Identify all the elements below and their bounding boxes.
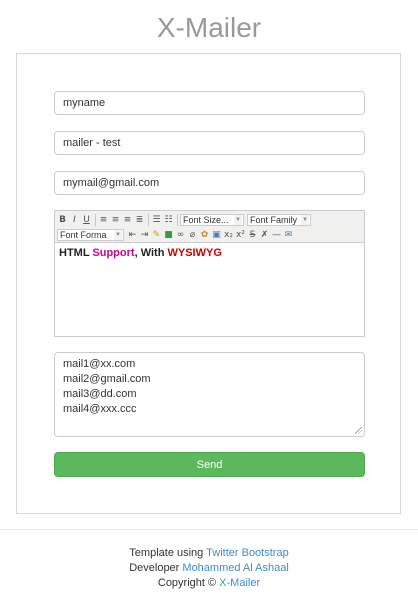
background-color-icon[interactable]: ■ [163,229,174,241]
app-title: X-Mailer [156,12,262,43]
strikethrough-icon[interactable]: S [247,229,258,241]
resize-handle-icon[interactable] [355,427,362,434]
subject-input[interactable]: mailer - test [54,131,365,155]
html-source-icon[interactable]: ▣ [211,229,222,241]
twitter-bootstrap-link[interactable]: Twitter Bootstrap [206,547,289,559]
unlink-icon[interactable]: ⌀ [187,229,198,241]
outdent-icon[interactable]: ⇤ [127,229,138,241]
chevron-down-icon: ▼ [301,215,309,225]
font-size-label: Font Size... [183,215,229,225]
editor-text: , With [134,247,168,259]
font-format-label: Font Forma [60,230,107,240]
footer-text: Template using [129,547,207,559]
recipients-textarea[interactable]: mail1@xx.com mail2@gmail.com mail3@dd.co… [54,352,365,437]
send-button[interactable]: Send [54,452,365,477]
toolbar-separator [148,214,149,226]
footer-text: Developer [129,562,183,574]
developer-link[interactable]: Mohammed Al Ashaal [182,562,288,574]
align-right-icon[interactable]: ≡ [122,214,133,226]
image-icon[interactable]: ✿ [199,229,210,241]
align-center-icon[interactable]: ≡ [110,214,121,226]
editor-toolbar: B I U ≡ ≡ ≡ ≣ ☰ ☷ Font Size... ▼ Font Fa… [55,211,364,243]
email-input[interactable]: mymail@gmail.com [54,171,365,195]
editor-text-wysiwyg: WYSIWYG [167,247,222,259]
subscript-icon[interactable]: x₂ [223,229,234,241]
recipient-line: mail2@gmail.com [63,373,151,385]
text-color-icon[interactable]: ✎ [151,229,162,241]
link-icon[interactable]: ∞ [175,229,186,241]
mailer-form: myname mailer - test mymail@gmail.com B … [16,53,401,514]
toolbar-separator [95,214,96,226]
indent-icon[interactable]: ⇥ [139,229,150,241]
toolbar-row-2: Font Forma ▼ ⇤ ⇥ ✎ ■ ∞ ⌀ ✿ ▣ x₂ x² S ✗ —… [57,228,295,242]
recipient-line: mail3@dd.com [63,388,137,400]
toolbar-row-1: B I U ≡ ≡ ≡ ≣ ☰ ☷ Font Size... ▼ Font Fa… [57,213,314,227]
italic-icon[interactable]: I [69,214,80,226]
wysiwyg-editor: B I U ≡ ≡ ≡ ≣ ☰ ☷ Font Size... ▼ Font Fa… [54,210,365,337]
footer-line-template: Template using Twitter Bootstrap [0,546,418,561]
footer-line-copyright: Copyright © X-Mailer [0,576,418,591]
bullet-list-icon[interactable]: ☰ [151,214,162,226]
footer-text: Copyright © [157,577,220,589]
font-family-label: Font Family [250,215,298,225]
editor-text: HTML [59,247,93,259]
font-family-select[interactable]: Font Family ▼ [247,214,311,226]
editor-text-support: Support [92,247,135,259]
font-size-select[interactable]: Font Size... ▼ [180,214,244,226]
font-format-select[interactable]: Font Forma ▼ [57,229,124,241]
align-left-icon[interactable]: ≡ [98,214,109,226]
toolbar-separator [177,214,178,226]
bold-icon[interactable]: B [57,214,68,226]
align-justify-icon[interactable]: ≣ [134,214,145,226]
footer-divider [0,529,418,530]
horizontal-rule-icon[interactable]: — [271,229,282,241]
name-input[interactable]: myname [54,91,365,115]
numbered-list-icon[interactable]: ☷ [163,214,174,226]
chevron-down-icon: ▼ [234,215,242,225]
footer: Template using Twitter Bootstrap Develop… [0,546,418,591]
editor-content[interactable]: HTML Support, With WYSIWYG [55,243,364,263]
recipient-line: mail4@xxx.ccc [63,403,137,415]
email-icon[interactable]: ✉ [283,229,294,241]
recipient-line: mail1@xx.com [63,358,136,370]
remove-format-icon[interactable]: ✗ [259,229,270,241]
superscript-icon[interactable]: x² [235,229,246,241]
footer-line-developer: Developer Mohammed Al Ashaal [0,561,418,576]
underline-icon[interactable]: U [81,214,92,226]
x-mailer-link[interactable]: X-Mailer [219,577,260,589]
chevron-down-icon: ▼ [114,230,122,240]
